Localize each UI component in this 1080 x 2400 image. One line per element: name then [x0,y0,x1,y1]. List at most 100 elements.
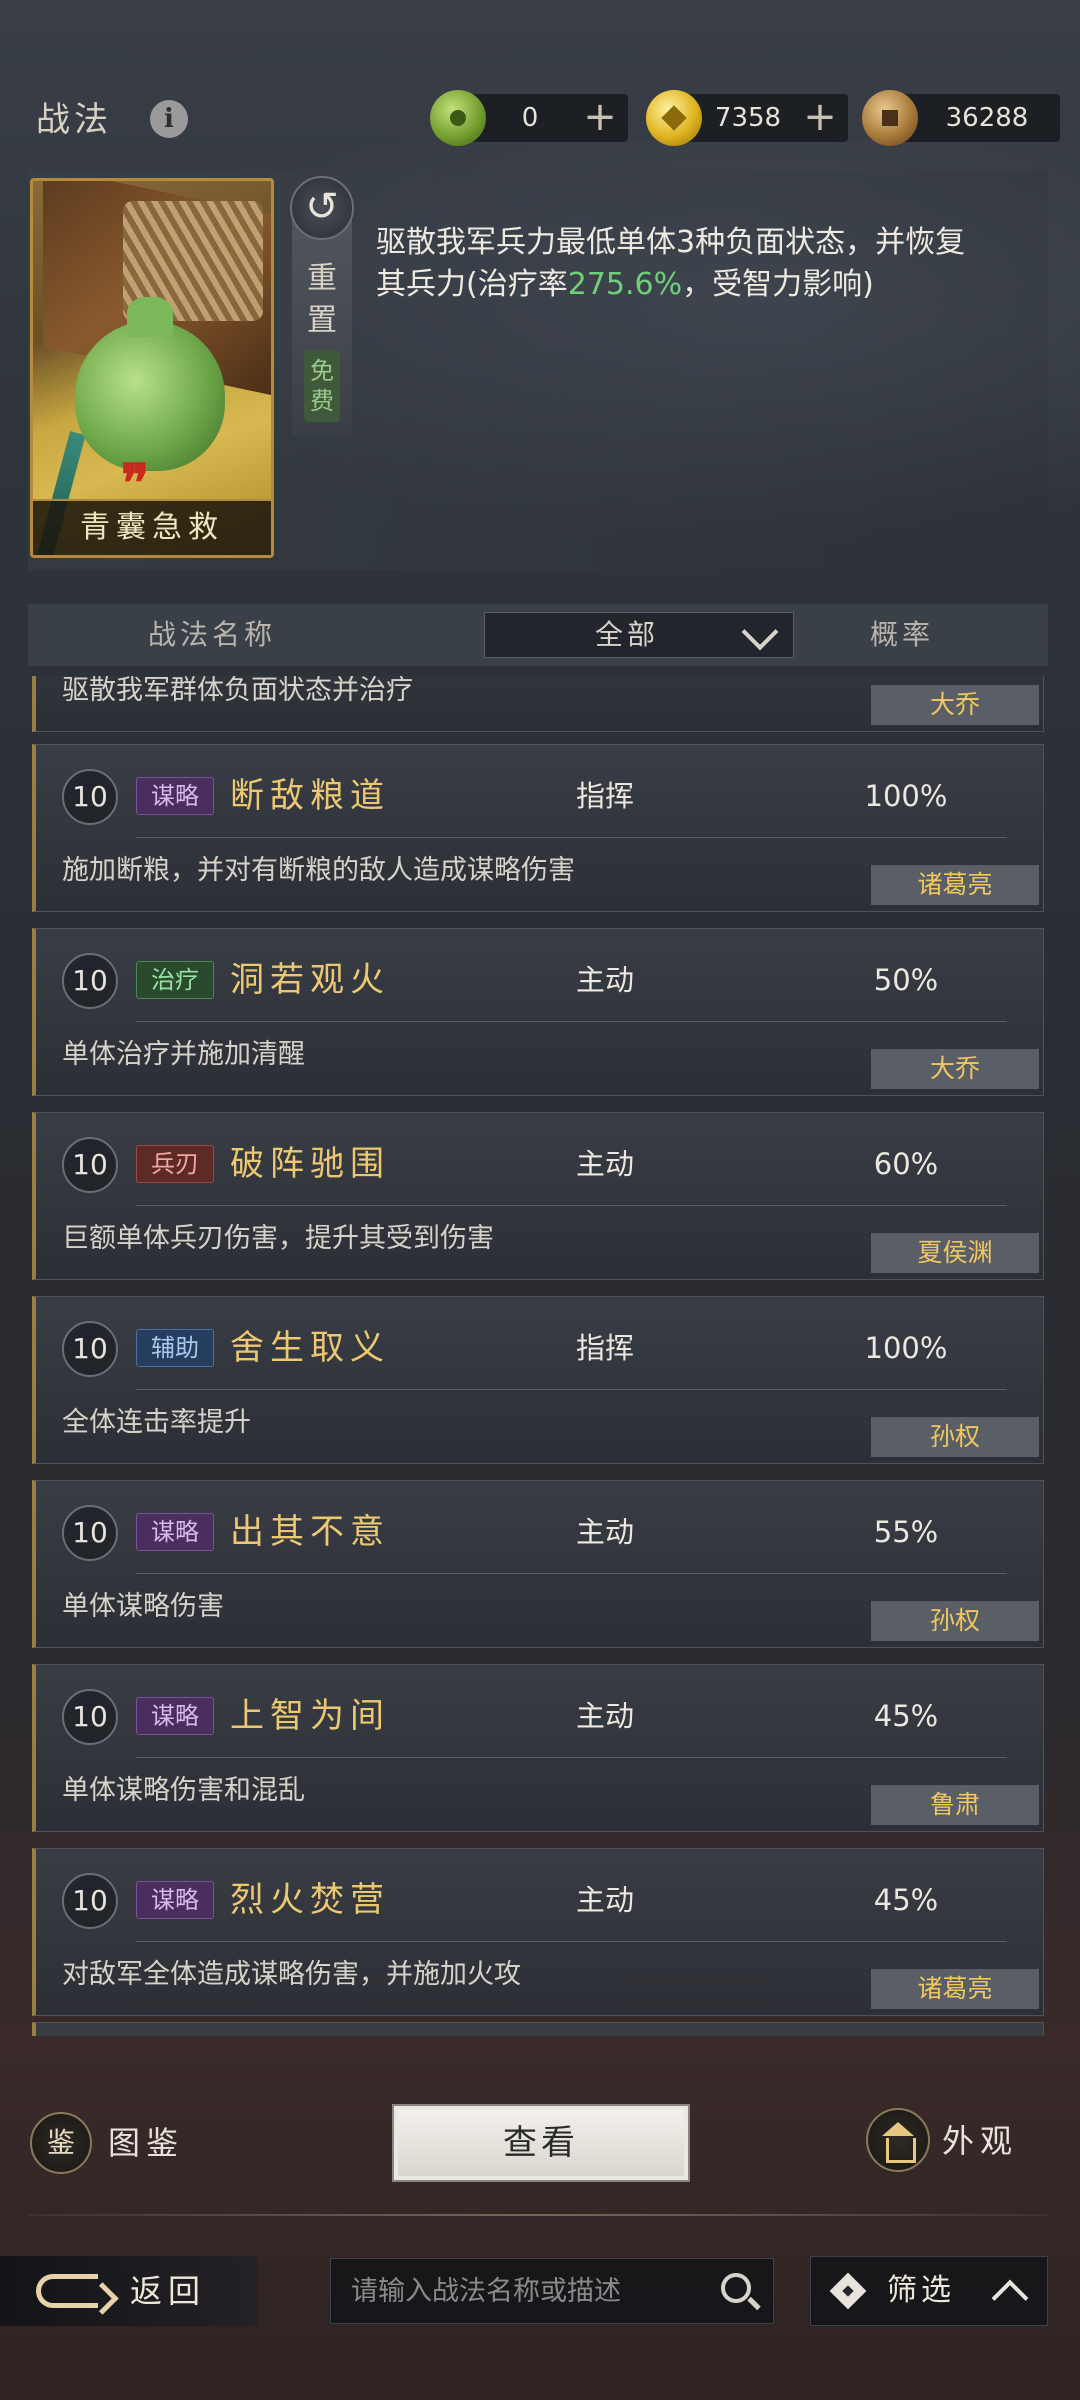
tactic-row[interactable]: 10 兵刃 破阵驰围 主动 60% 巨额单体兵刃伤害，提升其受到伤害 夏侯渊 [32,1112,1044,1280]
list-header: 战法名称 全部 概率 [28,604,1048,666]
type-tag: 辅助 [136,1329,214,1367]
view-button[interactable]: 查看 [392,2104,690,2182]
appearance-label: 外观 [942,2122,1019,2160]
tactic-desc: 施加断粮，并对有断粮的敌人造成谋略伤害 [62,855,575,886]
back-button[interactable]: 返回 [0,2256,258,2326]
tactic-rate: 100% [864,779,948,813]
tactic-desc: 单体谋略伤害和混乱 [62,1775,305,1806]
tactic-row[interactable]: 10 治疗 洞若观火 主动 50% 单体治疗并施加清醒 大乔 [32,928,1044,1096]
chevron-up-icon [991,2279,1029,2317]
tactic-list[interactable]: 驱散我军群体负面状态并治疗 大乔 10 谋略 断敌粮道 指挥 100% 施加断粮，并对有断… [28,676,1048,2036]
type-filter-dropdown[interactable]: 全部 [484,612,794,658]
tactic-row[interactable]: 10 谋略 出其不意 主动 55% 单体谋略伤害 孙权 [32,1480,1044,1648]
back-label: 返回 [130,2272,207,2310]
page-title: 战法 [36,100,112,140]
level-badge: 10 [62,1137,118,1193]
info-icon[interactable]: i [150,100,188,138]
copper-coin-icon [862,90,918,146]
tactic-kind: 主动 [576,1699,635,1733]
column-name-header[interactable]: 战法名称 [148,604,276,666]
type-tag: 谋略 [136,777,214,815]
list-item[interactable] [32,2022,1044,2036]
tactic-row[interactable]: 10 谋略 断敌粮道 指挥 100% 施加断粮，并对有断粮的敌人造成谋略伤害 诸葛亮 [32,744,1044,912]
tactic-kind: 主动 [576,1147,635,1181]
search-icon[interactable] [721,2273,751,2303]
tactic-kind: 主动 [576,1515,635,1549]
tactic-kind: 主动 [576,963,635,997]
card-name: 青囊急救 [33,499,271,555]
level-badge: 10 [62,769,118,825]
codex-button[interactable]: 鉴 图鉴 [30,2112,200,2176]
tactic-desc: 全体连击率提升 [62,1407,251,1438]
row-divider [136,1205,1007,1206]
codex-icon: 鉴 [30,2112,92,2174]
level-badge: 10 [62,1689,118,1745]
pavilion-icon [866,2108,930,2172]
add-currency-button[interactable]: + [798,96,842,140]
column-rate-header[interactable]: 概率 [870,604,934,666]
tactic-row[interactable]: 10 谋略 上智为间 主动 45% 单体谋略伤害和混乱 鲁肃 [32,1664,1044,1832]
search-input[interactable] [351,2259,711,2323]
tactic-kind: 主动 [576,1883,635,1917]
hero-badge: 大乔 [871,1049,1039,1089]
type-tag: 谋略 [136,1881,214,1919]
tactic-name: 破阵驰围 [230,1144,390,1184]
currency-value: 0 [521,103,539,133]
type-tag: 谋略 [136,1513,214,1551]
tactic-name: 断敌粮道 [230,776,390,816]
hero-badge: 诸葛亮 [871,1969,1039,2009]
appearance-button[interactable]: 外观 [866,2108,1056,2176]
tactic-rate: 45% [873,1699,939,1733]
chevron-down-icon [741,613,779,651]
currency-copper: 36288 [862,90,1060,146]
filter-value: 全部 [595,618,660,651]
tactic-desc: 单体谋略伤害 [62,1591,224,1622]
reset-icon[interactable]: ↺ [290,176,354,240]
row-divider [136,1757,1007,1758]
tactic-row[interactable]: 10 辅助 舍生取义 指挥 100% 全体连击率提升 孙权 [32,1296,1044,1464]
desc-text-tail: ，受智力影响) [682,267,874,302]
tactic-name: 烈火焚营 [230,1880,390,1920]
type-tag: 治疗 [136,961,214,999]
currency-value: 7358 [714,103,782,133]
tactic-kind: 指挥 [576,779,635,813]
jade-coin-icon [430,90,486,146]
level-badge: 10 [62,1873,118,1929]
hero-badge: 夏侯渊 [871,1233,1039,1273]
tactic-desc: 对敌军全体造成谋略伤害，并施加火攻 [62,1959,521,1990]
hero-badge: 鲁肃 [871,1785,1039,1825]
tactic-rate: 55% [873,1515,939,1549]
tactic-name: 出其不意 [230,1512,390,1552]
tactic-name: 上智为间 [230,1696,390,1736]
row-divider [136,1941,1007,1942]
tactic-rate: 45% [873,1883,939,1917]
search-box[interactable] [330,2258,774,2324]
gold-coin-icon [646,90,702,146]
divider [28,2214,1048,2216]
codex-label: 图鉴 [108,2124,185,2162]
add-currency-button[interactable]: + [578,96,622,140]
tactic-rate: 60% [873,1147,939,1181]
free-label: 免费 [304,350,340,422]
currency-gold: 7358 + [646,90,848,146]
tactic-row[interactable]: 10 谋略 烈火焚营 主动 45% 对敌军全体造成谋略伤害，并施加火攻 诸葛亮 [32,1848,1044,2016]
tactic-name: 舍生取义 [230,1328,390,1368]
row-divider [136,1573,1007,1574]
level-badge: 10 [62,953,118,1009]
tactic-card[interactable]: ❞ 青囊急救 [30,178,274,558]
tactic-name: 洞若观火 [230,960,390,1000]
hero-badge: 大乔 [871,685,1039,725]
tactic-rate: 50% [873,963,939,997]
type-tag: 谋略 [136,1697,214,1735]
list-item[interactable]: 驱散我军群体负面状态并治疗 大乔 [32,676,1044,732]
level-badge: 10 [62,1321,118,1377]
reset-label[interactable]: 重置 [300,258,344,342]
row-divider [136,837,1007,838]
filter-button[interactable]: 筛选 [810,2256,1048,2326]
back-arrow-icon [36,2274,98,2308]
card-art-pouch [75,297,225,471]
hero-badge: 孙权 [871,1417,1039,1457]
tactic-kind: 指挥 [576,1331,635,1365]
filter-label: 筛选 [887,2273,955,2308]
type-tag: 兵刃 [136,1145,214,1183]
